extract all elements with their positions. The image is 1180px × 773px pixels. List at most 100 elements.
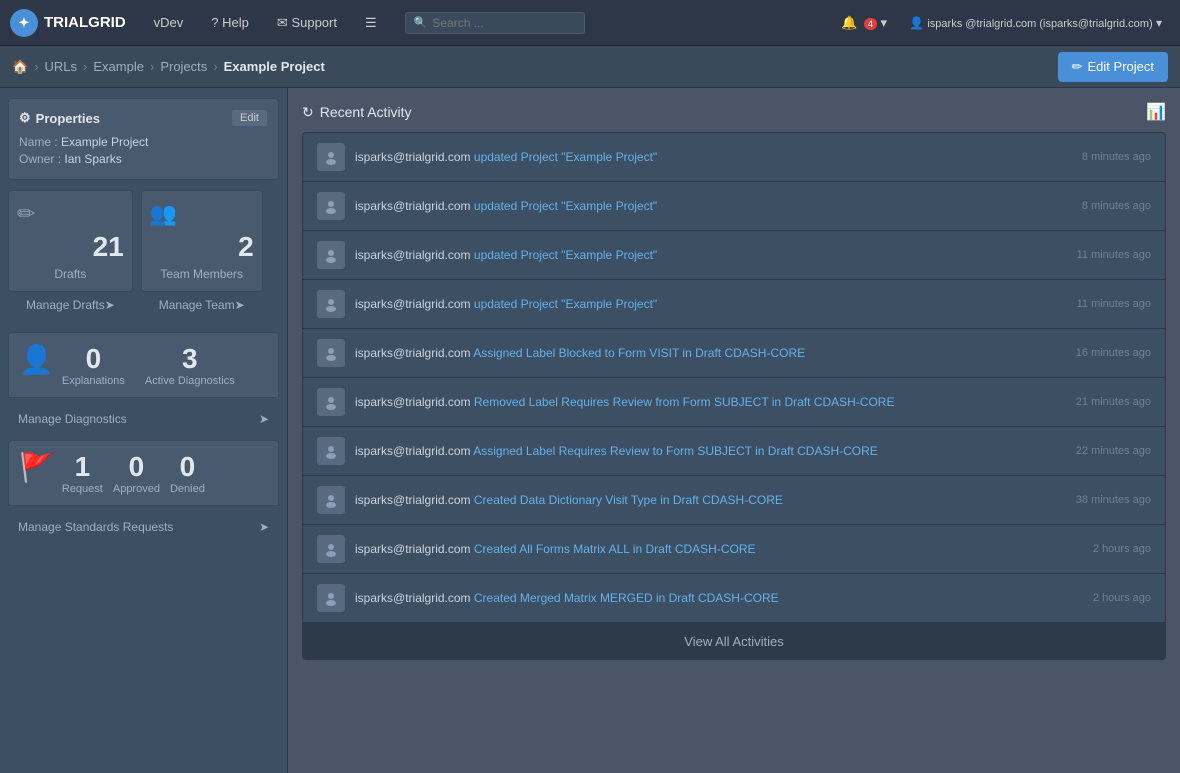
breadcrumb-example[interactable]: Example [93,59,144,74]
project-owner-row: Owner : Ian Sparks [19,152,268,166]
activity-action[interactable]: Assigned Label Requires Review to Form S… [473,444,878,458]
pencil-icon: ✏ [1072,59,1083,75]
edit-project-button[interactable]: ✏ Edit Project [1058,52,1168,82]
actor-name: isparks@trialgrid.com [355,493,471,507]
chevron-down-icon: ▾ [881,15,888,30]
manage-diagnostics-label: Manage Diagnostics [18,412,127,426]
pencil-drafts-icon: ✏ [17,201,124,227]
chat-icon: ✉ [277,15,288,30]
breadcrumb-projects[interactable]: Projects [160,59,207,74]
manage-team-footer[interactable]: Manage Team ➤ [149,292,255,318]
activity-time: 38 minutes ago [1076,494,1151,506]
arrow-right-team-icon: ➤ [235,298,245,312]
user-icon: 👤 [909,16,924,30]
diagnostics-icon: 👤 [19,343,54,376]
manage-diagnostics-footer[interactable]: Manage Diagnostics ➤ [8,406,279,432]
breadcrumb-bar: 🏠 › URLs › Example › Projects › Example … [0,46,1180,88]
activity-action[interactable]: Created Data Dictionary Visit Type in Dr… [474,493,783,507]
activity-action[interactable]: updated Project "Example Project" [474,150,657,164]
activity-action[interactable]: Created All Forms Matrix ALL in Draft CD… [474,542,756,556]
diagnostics-nums: 0 Explanations 3 Active Diagnostics [62,343,235,387]
actor-name: isparks@trialgrid.com [355,591,471,605]
brand-icon: ✦ [10,9,38,37]
actor-name: isparks@trialgrid.com [355,346,471,360]
activity-avatar [317,143,345,171]
arrow-right-icon: ➤ [105,298,115,312]
activity-row: isparks@trialgrid.com Assigned Label Req… [303,427,1165,476]
nav-help[interactable]: ? Help [201,11,259,34]
question-icon: ? [211,15,218,30]
properties-edit-button[interactable]: Edit [231,109,268,127]
activity-action[interactable]: Removed Label Requires Review from Form … [474,395,895,409]
activity-action[interactable]: updated Project "Example Project" [474,297,657,311]
breadcrumb-current: Example Project [224,59,325,74]
manage-standards-footer[interactable]: Manage Standards Requests ➤ [8,514,279,540]
activity-action[interactable]: updated Project "Example Project" [474,199,657,213]
activity-avatar [317,584,345,612]
active-diag-block: 3 Active Diagnostics [145,343,235,387]
arrow-right-std-icon: ➤ [259,520,269,534]
actor-name: isparks@trialgrid.com [355,199,471,213]
diagnostics-row: 👤 0 Explanations 3 Active Diagnostics [19,343,268,387]
activity-text: isparks@trialgrid.com Assigned Label Req… [355,444,1066,458]
actor-name: isparks@trialgrid.com [355,150,471,164]
owner-label: Owner : [19,152,64,166]
activity-row: isparks@trialgrid.com updated Project "E… [303,280,1165,329]
active-label: Active Diagnostics [145,375,235,387]
request-block: 1 Request [62,451,103,495]
standards-card: 🚩 1 Request 0 Approved 0 Denied [8,440,279,506]
request-count: 1 [62,451,103,483]
breadcrumb-home[interactable]: 🏠 [12,59,28,75]
activity-time: 11 minutes ago [1077,249,1151,261]
explanations-label: Explanations [62,375,125,387]
brand[interactable]: ✦ TRIALGRID [10,9,126,37]
activity-text: isparks@trialgrid.com Created Merged Mat… [355,591,1083,605]
activity-avatar [317,388,345,416]
stat-cards-row: ✏ 21 Drafts Manage Drafts ➤ 👥 2 Team Mem… [8,190,279,324]
nav-menu[interactable]: ☰ [355,11,387,35]
activity-row: isparks@trialgrid.com Created Data Dicti… [303,476,1165,525]
bell-icon: 🔔 [841,15,857,30]
activity-avatar [317,339,345,367]
actor-name: isparks@trialgrid.com [355,444,471,458]
user-menu[interactable]: 👤 isparks @trialgrid.com (isparks@trialg… [901,12,1170,34]
activity-action[interactable]: Assigned Label Blocked to Form VISIT in … [473,346,805,360]
standards-nums: 1 Request 0 Approved 0 Denied [62,451,205,495]
denied-count: 0 [170,451,205,483]
manage-team-label: Manage Team [159,298,235,312]
drafts-count: 21 [17,231,124,263]
team-stat-card[interactable]: 👥 2 Team Members [141,190,263,292]
standards-row: 🚩 1 Request 0 Approved 0 Denied [19,451,268,495]
denied-label: Denied [170,483,205,495]
request-label: Request [62,483,103,495]
brand-name: TRIALGRID [44,14,126,31]
activity-table: isparks@trialgrid.com updated Project "E… [302,132,1166,660]
activity-row: isparks@trialgrid.com updated Project "E… [303,231,1165,280]
drafts-stat-card[interactable]: ✏ 21 Drafts [8,190,133,292]
view-all-button[interactable]: View All Activities [303,623,1165,659]
activity-row: isparks@trialgrid.com Created Merged Mat… [303,574,1165,623]
activity-avatar [317,437,345,465]
activity-avatar [317,535,345,563]
activity-row: isparks@trialgrid.com Assigned Label Blo… [303,329,1165,378]
manage-drafts-footer[interactable]: Manage Drafts ➤ [16,292,125,318]
notifications-bell[interactable]: 🔔 4 ▾ [835,11,893,35]
properties-card-header: ⚙ Properties Edit [19,109,268,127]
activity-row: isparks@trialgrid.com Removed Label Requ… [303,378,1165,427]
nav-vdev[interactable]: vDev [144,11,194,34]
chart-icon[interactable]: 📊 [1146,102,1166,122]
activity-action[interactable]: Created Merged Matrix MERGED in Draft CD… [474,591,779,605]
activity-text: isparks@trialgrid.com Created All Forms … [355,542,1083,556]
breadcrumb-sep-2: › [83,59,87,74]
properties-card: ⚙ Properties Edit Name : Example Project… [8,98,279,180]
activity-action[interactable]: updated Project "Example Project" [474,248,657,262]
activity-text: isparks@trialgrid.com updated Project "E… [355,150,1072,164]
navbar: ✦ TRIALGRID vDev ? Help ✉ Support ☰ 🔍 🔔 … [0,0,1180,46]
activity-text: isparks@trialgrid.com Created Data Dicti… [355,493,1066,507]
nav-support[interactable]: ✉ Support [267,11,347,35]
activity-time: 11 minutes ago [1077,298,1151,310]
breadcrumb-urls[interactable]: URLs [45,59,78,74]
search-input[interactable] [432,16,572,30]
team-label: Team Members [150,267,254,281]
recent-activity-title: ↻ Recent Activity [302,104,412,121]
